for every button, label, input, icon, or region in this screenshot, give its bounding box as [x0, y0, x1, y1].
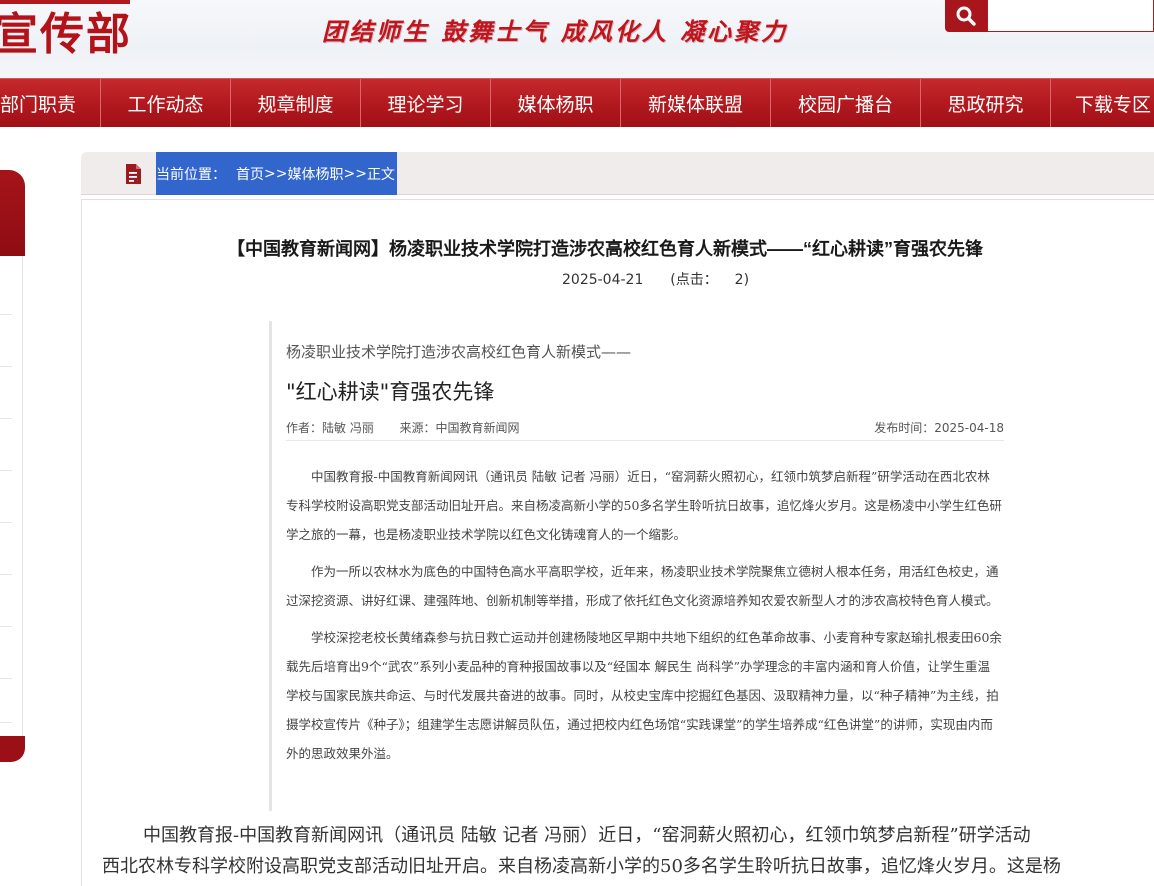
sidebar-divider — [0, 470, 12, 471]
news-clipping: 杨凌职业技术学院打造涉农高校红色育人新模式—— "红心耕读"育强农先锋 作者：陆… — [269, 321, 1009, 811]
sidebar-list — [0, 256, 23, 736]
article-body-line: 中国教育报-中国教育新闻网讯（通讯员 陆敏 记者 冯丽）近日，“窑洞薪火照初心，… — [143, 825, 1031, 846]
sidebar-footer — [0, 736, 25, 762]
article-panel: 【中国教育新闻网】杨凌职业技术学院打造涉农高校红色育人新模式——“红心耕读”育强… — [81, 199, 1154, 886]
breadcrumb-home-link[interactable]: 首页 — [236, 164, 264, 184]
breadcrumb: 当前位置： 首页 >> 媒体杨职 >> 正文 — [81, 152, 1154, 195]
article-clicks-value: 2) — [734, 272, 750, 288]
clipping-author: 作者：陆敏 冯丽 — [286, 421, 374, 435]
sidebar-divider — [0, 678, 12, 679]
site-header: 宣传部 团结师生 鼓舞士气 成风化人 凝心聚力 — [0, 0, 1154, 78]
article-title: 【中国教育新闻网】杨凌职业技术学院打造涉农高校红色育人新模式——“红心耕读”育强… — [227, 239, 983, 259]
breadcrumb-separator: >> — [264, 165, 288, 182]
clipping-paragraph: 学校深挖老校长黄绪森参与抗日救亡运动并创建杨陵地区早期中共地下组织的红色革命故事… — [286, 630, 1002, 761]
sidebar-divider — [0, 366, 12, 367]
document-icon — [126, 164, 141, 184]
site-logo[interactable]: 宣传部 — [0, 6, 132, 64]
nav-item-media[interactable]: 媒体杨职 — [491, 79, 621, 127]
clipping-meta: 作者：陆敏 冯丽 来源：中国教育新闻网 发布时间：2025-04-18 — [286, 419, 1004, 441]
breadcrumb-trail: 当前位置： 首页 >> 媒体杨职 >> 正文 — [156, 152, 397, 195]
breadcrumb-separator: >> — [343, 165, 367, 182]
article-body: 中国教育报-中国教育新闻网讯（通讯员 陆敏 记者 冯丽）近日，“窑洞薪火照初心，… — [102, 820, 1154, 882]
breadcrumb-current: 正文 — [366, 166, 395, 183]
search-box — [945, 0, 1154, 32]
nav-item-ideology-research[interactable]: 思政研究 — [921, 79, 1051, 127]
sidebar-header — [0, 170, 25, 256]
nav-item-regulations[interactable]: 规章制度 — [231, 79, 361, 127]
sidebar-divider — [0, 418, 12, 419]
clipping-body: 中国教育报-中国教育新闻网讯（通讯员 陆敏 记者 冯丽）近日，“窑洞薪火照初心，… — [286, 462, 1002, 776]
main-nav: 部门职责 工作动态 规章制度 理论学习 媒体杨职 新媒体联盟 校园广播台 思政研… — [0, 78, 1154, 127]
clipping-subtitle: 杨凌职业技术学院打造涉农高校红色育人新模式—— — [286, 343, 632, 361]
clipping-source: 来源：中国教育新闻网 — [399, 421, 520, 435]
header-slogan: 团结师生 鼓舞士气 成风化人 凝心聚力 — [322, 17, 789, 46]
sidebar-divider — [0, 626, 12, 627]
sidebar-divider — [0, 574, 12, 575]
nav-item-new-media-alliance[interactable]: 新媒体联盟 — [621, 79, 771, 127]
nav-item-theory-study[interactable]: 理论学习 — [361, 79, 491, 127]
search-icon — [956, 6, 976, 26]
article-body-line: 西北农林专科学校附设高职党支部活动旧址开启。来自杨凌高新小学的50多名学生聆听抗… — [102, 856, 1061, 877]
sidebar-divider — [0, 722, 12, 723]
logo-strip — [0, 0, 130, 4]
search-button[interactable] — [945, 0, 987, 32]
sidebar-divider — [0, 522, 12, 523]
breadcrumb-section-link[interactable]: 媒体杨职 — [287, 164, 343, 184]
nav-item-downloads[interactable]: 下载专区 — [1051, 79, 1154, 127]
clipping-paragraph: 作为一所以农林水为底色的中国特色高水平高职学校，近年来，杨凌职业技术学院聚焦立德… — [286, 564, 999, 608]
clipping-headline: "红心耕读"育强农先锋 — [286, 380, 495, 404]
breadcrumb-prefix: 当前位置： — [156, 166, 226, 183]
nav-item-work-news[interactable]: 工作动态 — [101, 79, 231, 127]
clipping-published: 发布时间：2025-04-18 — [874, 421, 1004, 435]
article-clicks-label: (点击： — [670, 272, 718, 288]
search-input[interactable] — [987, 0, 1154, 32]
nav-item-campus-radio[interactable]: 校园广播台 — [771, 79, 921, 127]
clipping-paragraph: 中国教育报-中国教育新闻网讯（通讯员 陆敏 记者 冯丽）近日，“窑洞薪火照初心，… — [286, 469, 1002, 542]
article-date: 2025-04-21 — [562, 272, 644, 288]
sidebar-divider — [0, 314, 12, 315]
article-meta: 2025-04-21 (点击： 2) — [562, 269, 749, 289]
nav-item-department-duties[interactable]: 部门职责 — [0, 79, 101, 127]
